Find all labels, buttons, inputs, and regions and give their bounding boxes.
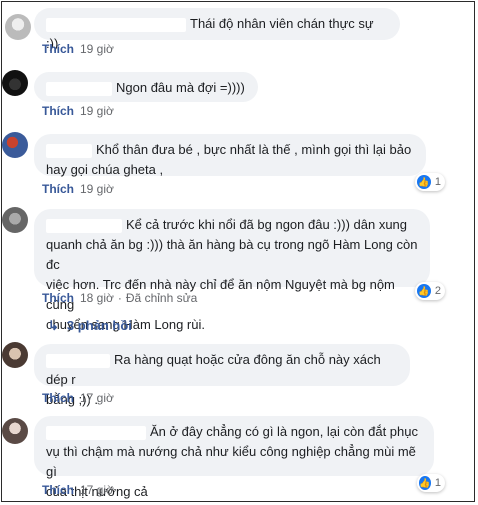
like-link[interactable]: Thích	[42, 42, 74, 56]
comment-text: Ngon đâu mà đợi =))))	[116, 80, 245, 95]
comment-text-line: quanh chả ăn bg :))) thà ăn hàng bà cụ t…	[46, 237, 418, 272]
avatar[interactable]	[2, 342, 28, 368]
comment-meta: Thích 17 giờ	[42, 483, 114, 497]
avatar[interactable]	[2, 70, 28, 96]
avatar[interactable]	[2, 418, 28, 444]
comment-text-line: Kể cả trước khi nổi đã bg ngon đâu :))) …	[126, 217, 408, 232]
avatar[interactable]	[2, 207, 28, 233]
comment-time[interactable]: 19 giờ	[80, 104, 114, 118]
comment-bubble: Thái độ nhân viên chán thực sự :))	[34, 8, 400, 51]
redacted-author	[46, 143, 92, 158]
like-link[interactable]: Thích	[42, 182, 74, 196]
like-link[interactable]: Thích	[42, 391, 74, 405]
view-replies-link[interactable]: ↳ 3 phản hồi	[48, 318, 132, 334]
like-link[interactable]: Thích	[42, 104, 74, 118]
comment-bubble: Kể cả trước khi nổi đã bg ngon đâu :))) …	[34, 209, 430, 332]
comment-text-line: Ăn ở đây chẳng có gì là ngon, lại còn đắ…	[150, 424, 418, 439]
comment-text-line: Khổ thân đưa bé , bực nhất là thế , mình…	[96, 142, 412, 157]
comment-time[interactable]: 17 giờ	[80, 483, 114, 497]
comment-time[interactable]: 17 giờ	[80, 391, 114, 405]
edited-label[interactable]: Đã chỉnh sửa	[126, 291, 197, 305]
comment-time[interactable]: 18 giờ	[80, 291, 114, 305]
reaction-count[interactable]: 👍 2	[415, 282, 445, 300]
comment-time[interactable]: 19 giờ	[80, 182, 114, 196]
redacted-author	[46, 353, 110, 368]
thumbs-up-icon: 👍	[417, 284, 431, 298]
comment-time[interactable]: 19 giờ	[80, 42, 114, 56]
comment-thread: Thái độ nhân viên chán thực sự :)) Thích…	[1, 1, 475, 502]
reply-arrow-icon: ↳	[48, 318, 59, 333]
comment-meta: Thích 18 giờ · Đã chỉnh sửa	[42, 291, 198, 305]
redacted-author	[46, 425, 146, 440]
comment-bubble: Ngon đâu mà đợi =))))	[34, 72, 258, 102]
reaction-count[interactable]: 👍 1	[415, 173, 445, 191]
avatar[interactable]	[5, 14, 31, 40]
thumbs-up-icon: 👍	[419, 476, 431, 490]
comment-meta: Thích 19 giờ	[42, 42, 114, 56]
comment-meta: Thích 19 giờ	[42, 104, 114, 118]
redacted-author	[46, 218, 122, 233]
comment-bubble: Ra hàng quạt hoặc cửa đông ăn chỗ này xá…	[34, 344, 410, 407]
redacted-author	[46, 81, 112, 96]
reaction-count[interactable]: 👍 1	[417, 474, 445, 492]
comment-text-line: vụ thì chậm mà nướng chả như kiểu công n…	[46, 444, 416, 479]
comment-text-line: hay gọi chúa gheta ,	[46, 162, 164, 177]
comment-meta: Thích 19 giờ	[42, 182, 114, 196]
comment-bubble: Khổ thân đưa bé , bực nhất là thế , mình…	[34, 134, 426, 177]
like-link[interactable]: Thích	[42, 483, 74, 497]
comment-meta: Thích 17 giờ	[42, 391, 114, 405]
comment-bubble: Ăn ở đây chẳng có gì là ngon, lại còn đắ…	[34, 416, 434, 499]
avatar[interactable]	[2, 132, 28, 158]
like-link[interactable]: Thích	[42, 291, 74, 305]
thumbs-up-icon: 👍	[417, 175, 431, 189]
redacted-author	[46, 17, 186, 32]
